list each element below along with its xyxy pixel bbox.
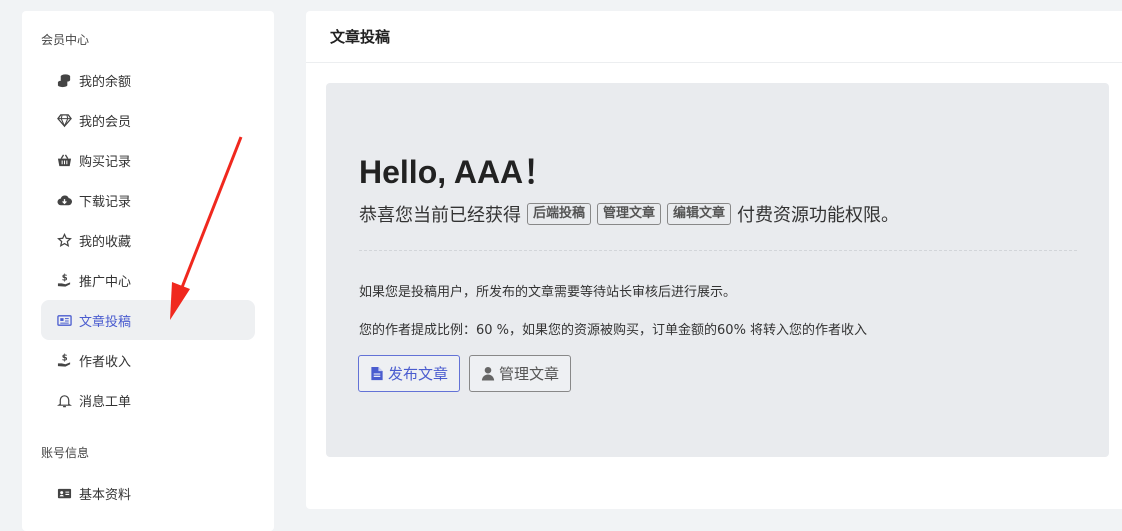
page-title: 文章投稿 bbox=[306, 11, 1122, 63]
sidebar: 会员中心 我的余额 我的会员 购买记录 下载记录 我的收藏 $ 推广中心 文章投… bbox=[22, 11, 274, 531]
main-content: 文章投稿 Hello, AAA！ 恭喜您当前已经获得 后端投稿 管理文章 编辑文… bbox=[306, 11, 1122, 509]
permission-tag: 管理文章 bbox=[597, 203, 662, 225]
permission-tag: 后端投稿 bbox=[527, 203, 592, 225]
section-account-title: 账号信息 bbox=[41, 446, 90, 460]
sidebar-item-article-submission[interactable]: 文章投稿 bbox=[41, 300, 255, 340]
hand-dollar-icon: $ bbox=[56, 352, 72, 368]
sidebar-item-label: 我的收藏 bbox=[79, 234, 132, 250]
hand-dollar-icon: $ bbox=[56, 272, 72, 288]
sidebar-item-label: 作者收入 bbox=[79, 354, 132, 370]
sidebar-item-messages[interactable]: 消息工单 bbox=[41, 380, 255, 420]
sidebar-item-promotion[interactable]: $ 推广中心 bbox=[41, 260, 255, 300]
bell-icon bbox=[56, 392, 72, 408]
cloud-download-icon bbox=[56, 192, 72, 208]
sidebar-item-author-income[interactable]: $ 作者收入 bbox=[41, 340, 255, 380]
sidebar-item-profile[interactable]: 基本资料 bbox=[41, 473, 255, 513]
greeting: Hello, AAA！ bbox=[359, 154, 556, 190]
user-icon bbox=[481, 366, 495, 381]
svg-text:$: $ bbox=[61, 273, 67, 283]
sidebar-item-label: 推广中心 bbox=[79, 274, 132, 290]
coins-icon bbox=[56, 72, 72, 88]
sidebar-item-label: 购买记录 bbox=[79, 154, 132, 170]
permission-line: 恭喜您当前已经获得 后端投稿 管理文章 编辑文章 付费资源功能权限。 bbox=[359, 201, 899, 227]
svg-text:$: $ bbox=[61, 353, 67, 363]
review-notice: 如果您是投稿用户，所发布的文章需要等待站长审核后进行展示。 bbox=[359, 285, 737, 300]
commission-notice: 您的作者提成比例：60 %，如果您的资源被购买，订单金额的60% 将转入您的作者… bbox=[359, 323, 868, 338]
permission-prefix: 恭喜您当前已经获得 bbox=[359, 205, 521, 226]
publish-article-label: 发布文章 bbox=[388, 365, 449, 383]
sidebar-item-membership[interactable]: 我的会员 bbox=[41, 100, 255, 140]
sidebar-item-label: 基本资料 bbox=[79, 487, 132, 503]
sidebar-item-label: 我的余额 bbox=[79, 74, 132, 90]
sidebar-item-balance[interactable]: 我的余额 bbox=[41, 60, 255, 100]
sidebar-item-label: 下载记录 bbox=[79, 194, 132, 210]
manage-articles-label: 管理文章 bbox=[499, 365, 560, 383]
permission-suffix: 付费资源功能权限。 bbox=[737, 205, 900, 226]
sidebar-item-downloads[interactable]: 下载记录 bbox=[41, 180, 255, 220]
publish-article-button[interactable]: 发布文章 bbox=[358, 355, 461, 392]
sidebar-item-label: 消息工单 bbox=[79, 394, 132, 410]
permission-tag: 编辑文章 bbox=[667, 203, 732, 225]
divider bbox=[359, 250, 1077, 251]
file-icon bbox=[371, 366, 383, 381]
newspaper-icon bbox=[56, 312, 72, 328]
section-member-title: 会员中心 bbox=[41, 33, 90, 47]
star-icon bbox=[56, 232, 72, 248]
sidebar-item-label: 我的会员 bbox=[79, 114, 132, 130]
diamond-icon bbox=[56, 112, 72, 128]
id-card-icon bbox=[56, 485, 72, 501]
sidebar-item-purchases[interactable]: 购买记录 bbox=[41, 140, 255, 180]
sidebar-item-favorites[interactable]: 我的收藏 bbox=[41, 220, 255, 260]
sidebar-item-label: 文章投稿 bbox=[79, 314, 132, 330]
basket-icon bbox=[56, 152, 72, 168]
submission-panel: Hello, AAA！ 恭喜您当前已经获得 后端投稿 管理文章 编辑文章 付费资… bbox=[326, 83, 1109, 457]
manage-articles-button[interactable]: 管理文章 bbox=[469, 355, 572, 392]
